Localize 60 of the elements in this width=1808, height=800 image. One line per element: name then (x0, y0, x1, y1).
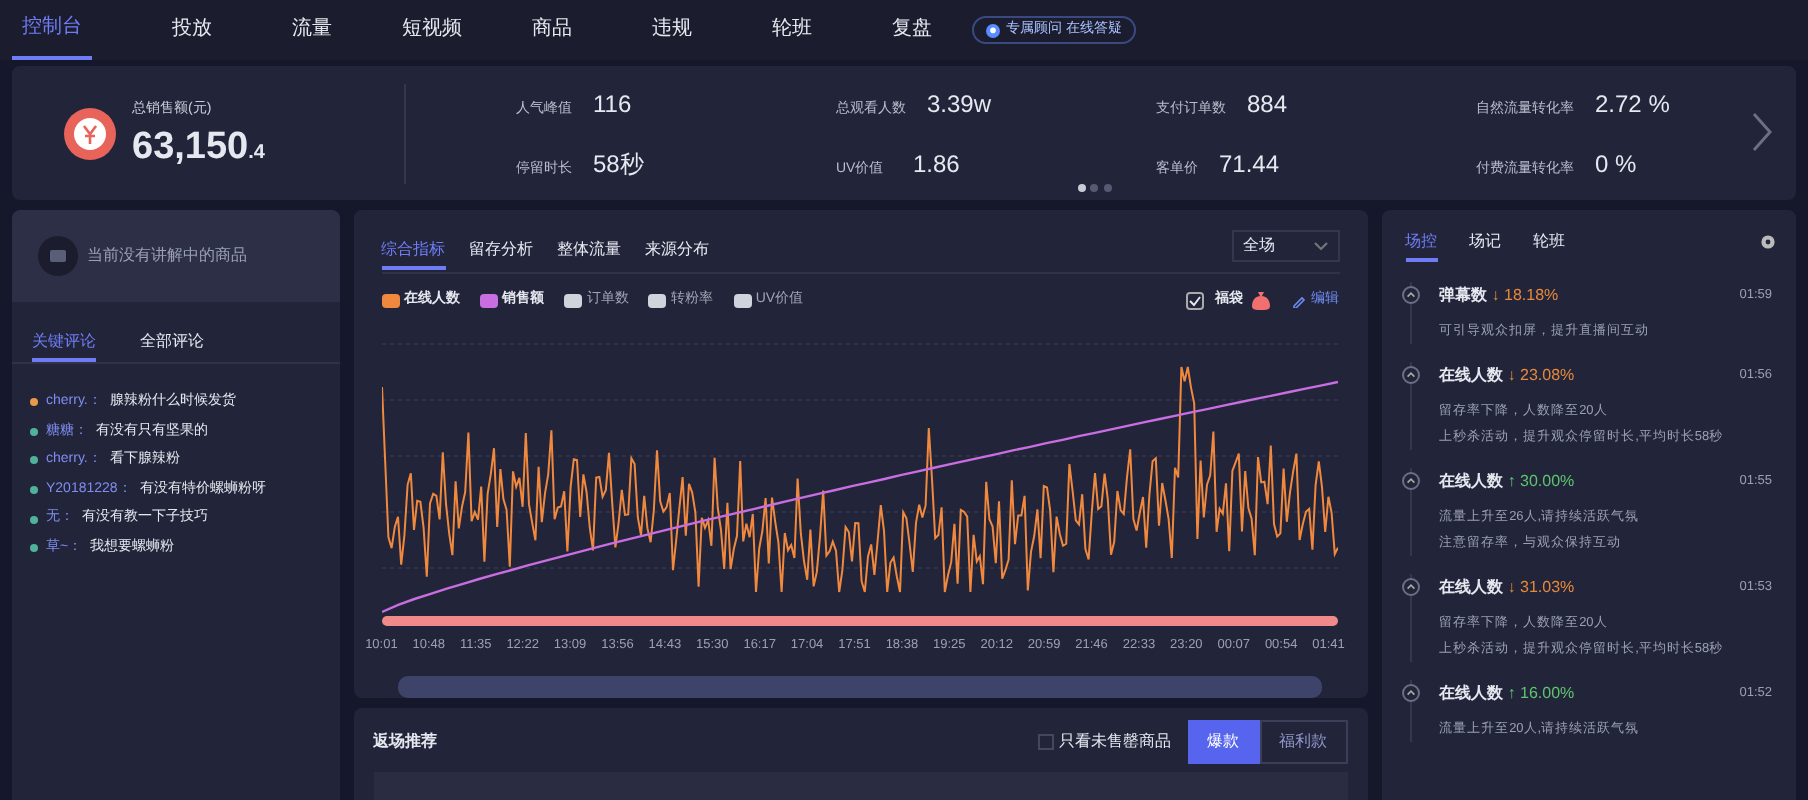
monitor-tab[interactable]: 场记 (1469, 230, 1502, 262)
chevron-circle-icon (1401, 472, 1420, 490)
chart-tab[interactable]: 综合指标 (381, 238, 446, 270)
settings-icon (1760, 234, 1776, 250)
stat-value: 116 (593, 87, 632, 121)
metric-name: 在线人数 (1439, 576, 1504, 600)
stat-value: 0 % (1595, 147, 1637, 181)
metric-name: 在线人数 (1439, 364, 1504, 388)
change-value: ↓ 23.08% (1507, 364, 1575, 388)
bag-icon (1252, 290, 1271, 311)
monitor-tab[interactable]: 轮班 (1533, 230, 1566, 262)
chevron-circle-icon (1401, 286, 1420, 304)
nav-tab[interactable]: 控制台 (12, 0, 92, 60)
pencil-icon (1292, 293, 1307, 308)
stat-value: 58秒 (593, 147, 644, 181)
nav-tab[interactable]: 流量 (252, 0, 372, 60)
metric-name: 在线人数 (1439, 682, 1504, 706)
metric-name: 在线人数 (1439, 470, 1504, 494)
chart-tab[interactable]: 来源分布 (645, 238, 710, 270)
stat-value: 2.72 % (1595, 87, 1670, 121)
segment-button[interactable]: 福利款 (1259, 720, 1348, 765)
nav-tab[interactable]: 轮班 (732, 0, 852, 60)
change-value: ↑ 30.00% (1507, 470, 1575, 494)
page-dot[interactable] (1078, 184, 1086, 192)
stat-value: 884 (1247, 87, 1288, 121)
chart-tab[interactable]: 留存分析 (469, 238, 534, 270)
nav-tab[interactable]: 投放 (132, 0, 252, 60)
no-product-text: 当前没有讲解中的商品 (87, 244, 247, 268)
chevron-right-icon (1752, 112, 1772, 152)
chevron-down-icon (1313, 242, 1328, 250)
comment-tab[interactable]: 关键评论 (32, 330, 96, 362)
monitor-tab[interactable]: 场控 (1405, 230, 1438, 262)
checkbox[interactable] (1038, 734, 1055, 751)
checkbox[interactable] (1186, 291, 1205, 310)
page-dot[interactable] (1090, 184, 1099, 192)
nav-tab[interactable]: 违规 (612, 0, 732, 60)
comment-tab[interactable]: 全部评论 (140, 330, 204, 362)
segment-button[interactable]: 爆款 (1187, 720, 1260, 765)
metric-name: 弹幕数 (1439, 284, 1488, 308)
section-title: 返场推荐 (373, 730, 438, 755)
stat-value: 1.86 (913, 147, 960, 181)
stat-value: 71.44 (1219, 147, 1280, 181)
change-value: ↑ 16.00% (1507, 682, 1575, 706)
nav-tab[interactable]: 商品 (492, 0, 612, 60)
yen-icon (64, 107, 116, 159)
nav-tab[interactable]: 短视频 (372, 0, 492, 60)
sales-value: 63,150.4 (132, 128, 265, 167)
scope-select[interactable]: 全场 (1231, 230, 1340, 262)
page-dot[interactable] (1103, 184, 1111, 192)
chevron-circle-icon (1401, 578, 1420, 596)
nav-tab[interactable]: 复盘 (852, 0, 972, 60)
range-slider-handle[interactable] (397, 676, 1322, 699)
stat-value: 3.39w (927, 87, 992, 121)
chevron-circle-icon (1401, 684, 1420, 702)
filter-label: 只看未售罄商品 (1059, 730, 1172, 755)
change-value: ↓ 31.03% (1507, 576, 1575, 600)
chart-tab[interactable]: 整体流量 (557, 238, 622, 270)
chevron-circle-icon (1401, 366, 1420, 384)
product-placeholder-icon (38, 236, 78, 276)
change-value: ↓ 18.18% (1491, 284, 1559, 308)
